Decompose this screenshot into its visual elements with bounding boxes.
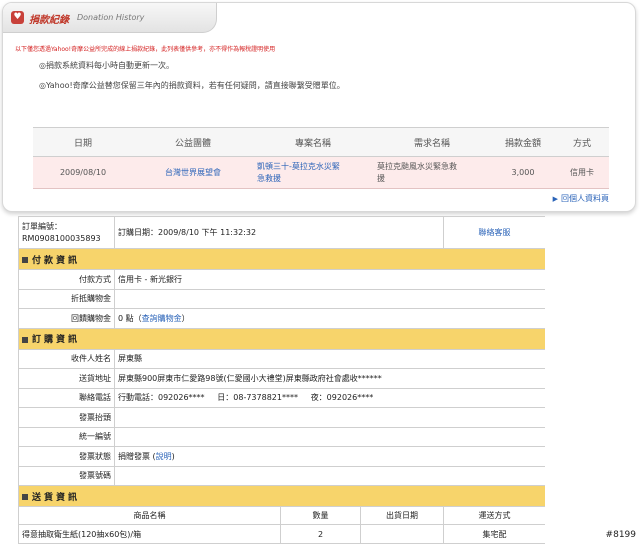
donation-table: 日期 公益團體 專案名稱 需求名稱 捐款金額 方式 2009/08/10 台灣世…: [33, 127, 609, 189]
payment-header-label: 付款資訊: [32, 255, 81, 266]
recipient-value: 屏東縣: [113, 348, 545, 369]
payment-method-row: 付款方式 信用卡 - 新光銀行: [18, 269, 545, 290]
invoice-status-label: 發票狀態: [18, 446, 115, 467]
product-delivery-method: 集宅配: [443, 524, 545, 544]
table-row: 得意抽取衛生紙(120抽x60包)/箱 2 集宅配: [18, 524, 545, 544]
order-info-section-header: 訂購資訊: [18, 327, 545, 350]
order-number-label: 訂單編號：: [22, 221, 62, 231]
contact-support-link[interactable]: 聯絡客服: [443, 216, 545, 249]
recipient-label: 收件人姓名: [18, 348, 115, 369]
tax-id-value: [113, 426, 545, 447]
col-date: 日期: [33, 127, 133, 157]
invoice-status-row: 發票狀態 捐贈發票 (說明): [18, 446, 545, 467]
rebate-tail: ）: [181, 313, 190, 323]
discount-row: 折抵購物金: [18, 288, 545, 309]
col-project: 專案名稱: [253, 127, 373, 157]
donation-history-panel: ♥ 捐款紀錄 Donation History 以下僅您透過Yahoo!奇摩公益…: [2, 2, 636, 212]
col-org: 公益團體: [133, 127, 253, 157]
col-amount: 捐款金額: [491, 127, 555, 157]
invoice-title-row: 發票抬頭: [18, 407, 545, 428]
shipping-section-header: 送貨資訊: [18, 485, 545, 507]
donation-info-update: ◎捐款系統資料每小時自動更新一次。: [39, 61, 174, 70]
rebate-query-link[interactable]: 查詢購物金: [142, 314, 182, 323]
address-label: 送貨地址: [18, 368, 115, 389]
order-meta-row: 訂單編號： RM0908100035893 訂購日期：2009/8/10 下午 …: [18, 216, 545, 249]
col-product-name: 商品名稱: [18, 506, 281, 525]
donation-title: 捐款紀錄: [29, 15, 69, 26]
phone-label: 聯絡電話: [18, 387, 115, 408]
invoice-title-label: 發票抬頭: [18, 407, 115, 428]
order-detail-panel: 訂單編號： RM0908100035893 訂購日期：2009/8/10 下午 …: [18, 216, 545, 544]
col-quantity: 數量: [280, 506, 361, 525]
invoice-status-value: 捐贈發票 (: [118, 451, 156, 461]
donation-title-en: Donation History: [77, 13, 145, 22]
square-bullet-icon: [22, 257, 28, 263]
invoice-status-cell: 捐贈發票 (說明): [113, 446, 545, 467]
payment-method-label: 付款方式: [18, 269, 115, 290]
invoice-number-value: [113, 465, 545, 486]
table-row: 2009/08/10 台灣世界展望會 凱頓三十-莫拉克水災緊 急救援 莫拉克颱風…: [33, 156, 609, 189]
donation-need: 莫拉克颱風水災緊急救 援: [373, 156, 491, 189]
col-delivery-method: 運送方式: [443, 506, 545, 525]
recipient-row: 收件人姓名 屏東縣: [18, 348, 545, 369]
phone-values: 行動電話：092026**** 日：08-7378821**** 夜：09202…: [113, 387, 545, 408]
shipping-header-label: 送貨資訊: [32, 492, 81, 503]
project-line-1: 凱頓三十-莫拉克水災緊: [257, 161, 340, 171]
project-line-2: 急救援: [257, 173, 281, 183]
donation-header: ♥ 捐款紀錄 Donation History: [3, 3, 217, 33]
invoice-explain-link[interactable]: 說明: [156, 452, 172, 461]
image-id-label: #8199: [605, 530, 636, 540]
personal-page-link[interactable]: ▶ 回個人資料頁: [553, 193, 609, 204]
donation-project-link[interactable]: 凱頓三十-莫拉克水災緊 急救援: [253, 156, 373, 189]
invoice-number-row: 發票號碼: [18, 465, 545, 486]
col-method: 方式: [555, 127, 609, 157]
invoice-status-tail: ): [171, 451, 175, 461]
donation-date: 2009/08/10: [33, 156, 133, 189]
invoice-number-label: 發票號碼: [18, 465, 115, 486]
address-row: 送貨地址 屏東縣900屏東市仁愛路98號(仁愛國小大禮堂)屏東縣政府社會處收**…: [18, 368, 545, 389]
need-line-1: 莫拉克颱風水災緊急救: [377, 161, 457, 171]
order-date: 訂購日期：2009/8/10 下午 11:32:32: [113, 216, 445, 249]
order-number: RM0908100035893: [22, 233, 101, 243]
rebate-row: 回饋購物金 0 點（查詢購物金）: [18, 308, 545, 329]
phone-row: 聯絡電話 行動電話：092026**** 日：08-7378821**** 夜：…: [18, 387, 545, 408]
personal-page-label: 回個人資料頁: [561, 194, 609, 203]
order-number-cell: 訂單編號： RM0908100035893: [18, 216, 115, 249]
need-line-2: 援: [377, 173, 385, 183]
invoice-title-value: [113, 407, 545, 428]
donation-method: 信用卡: [555, 156, 609, 189]
product-quantity: 2: [280, 524, 361, 544]
donation-info-retention: ◎Yahoo!奇摩公益替您保留三年內的捐款資料，若有任何疑問，請直接聯繫受贈單位…: [39, 81, 345, 90]
col-need: 需求名稱: [373, 127, 491, 157]
payment-method-value: 信用卡 - 新光銀行: [113, 269, 545, 290]
rebate-value-cell: 0 點（查詢購物金）: [113, 308, 545, 329]
tax-id-label: 統一編號: [18, 426, 115, 447]
phone-night: 夜：092026****: [310, 393, 374, 403]
shipping-column-headers: 商品名稱 數量 出貨日期 運送方式: [18, 506, 545, 525]
tax-id-row: 統一編號: [18, 426, 545, 447]
phone-day: 日：08-7378821****: [217, 393, 298, 403]
rebate-label: 回饋購物金: [18, 308, 115, 329]
payment-section-header: 付款資訊: [18, 248, 545, 270]
donation-hand-icon: ♥: [11, 11, 24, 24]
address-value: 屏東縣900屏東市仁愛路98號(仁愛國小大禮堂)屏東縣政府社會處收******: [113, 368, 545, 389]
product-ship-date: [359, 524, 445, 544]
square-bullet-icon: [22, 494, 28, 500]
triangle-right-icon: ▶: [552, 195, 558, 203]
discount-label: 折抵購物金: [18, 288, 115, 309]
col-ship-date: 出貨日期: [359, 506, 445, 525]
order-info-header-label: 訂購資訊: [32, 335, 81, 345]
donation-notice: 以下僅您透過Yahoo!奇摩公益所完成的線上捐款紀錄，此列表僅供參考，亦不得作為…: [15, 46, 276, 53]
discount-value: [113, 288, 545, 309]
phone-mobile: 行動電話：092026****: [118, 393, 205, 403]
donation-org-link[interactable]: 台灣世界展望會: [133, 156, 253, 189]
square-bullet-icon: [22, 336, 28, 343]
rebate-value: 0 點（: [118, 313, 142, 323]
product-name: 得意抽取衛生紙(120抽x60包)/箱: [18, 524, 281, 544]
order-table: 訂單編號： RM0908100035893 訂購日期：2009/8/10 下午 …: [18, 216, 545, 544]
donation-amount: 3,000: [491, 156, 555, 189]
